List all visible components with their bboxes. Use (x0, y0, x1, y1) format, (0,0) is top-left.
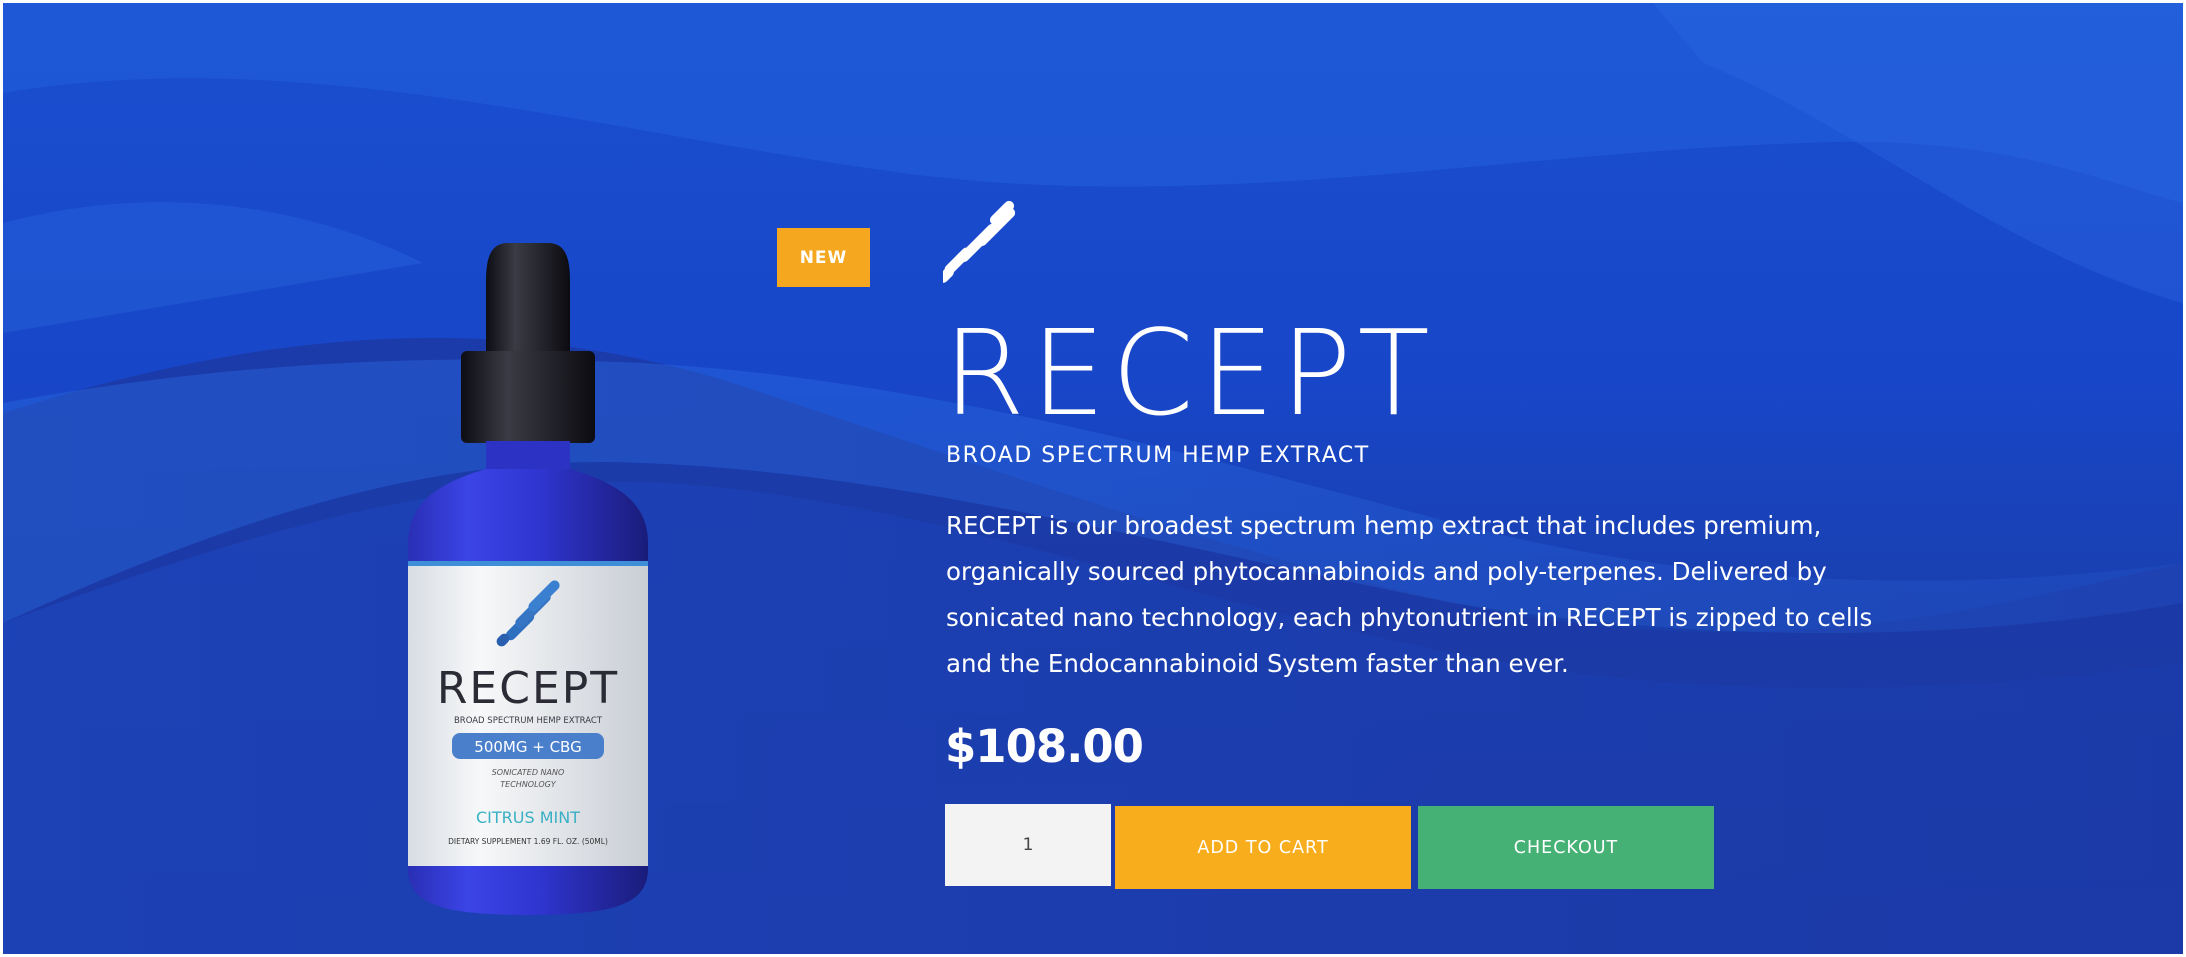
product-image: RECEPT BROAD SPECTRUM HEMP EXTRACT 500MG… (398, 243, 658, 923)
label-subtitle: BROAD SPECTRUM HEMP EXTRACT (454, 716, 603, 726)
product-title: RECEPT (943, 304, 1436, 442)
product-price: $108.00 (945, 720, 1144, 773)
label-tech-line1: SONICATED NANO (492, 768, 565, 777)
add-to-cart-button[interactable]: ADD TO CART (1115, 806, 1411, 889)
recept-logo-icon (943, 200, 1016, 283)
product-subtitle: BROAD SPECTRUM HEMP EXTRACT (946, 443, 1370, 468)
quantity-input[interactable] (945, 804, 1111, 886)
product-hero: RECEPT BROAD SPECTRUM HEMP EXTRACT 500MG… (3, 3, 2183, 954)
product-description: RECEPT is our broadest spectrum hemp ext… (946, 511, 1873, 678)
label-brand: RECEPT (437, 663, 619, 714)
label-flavor: CITRUS MINT (476, 808, 580, 827)
label-tech-line2: TECHNOLOGY (500, 780, 557, 789)
label-footer: DIETARY SUPPLEMENT 1.69 FL. OZ. (50ML) (448, 837, 608, 846)
new-badge: NEW (777, 228, 870, 287)
checkout-button[interactable]: CHECKOUT (1418, 806, 1714, 889)
label-dose: 500MG + CBG (474, 738, 581, 756)
